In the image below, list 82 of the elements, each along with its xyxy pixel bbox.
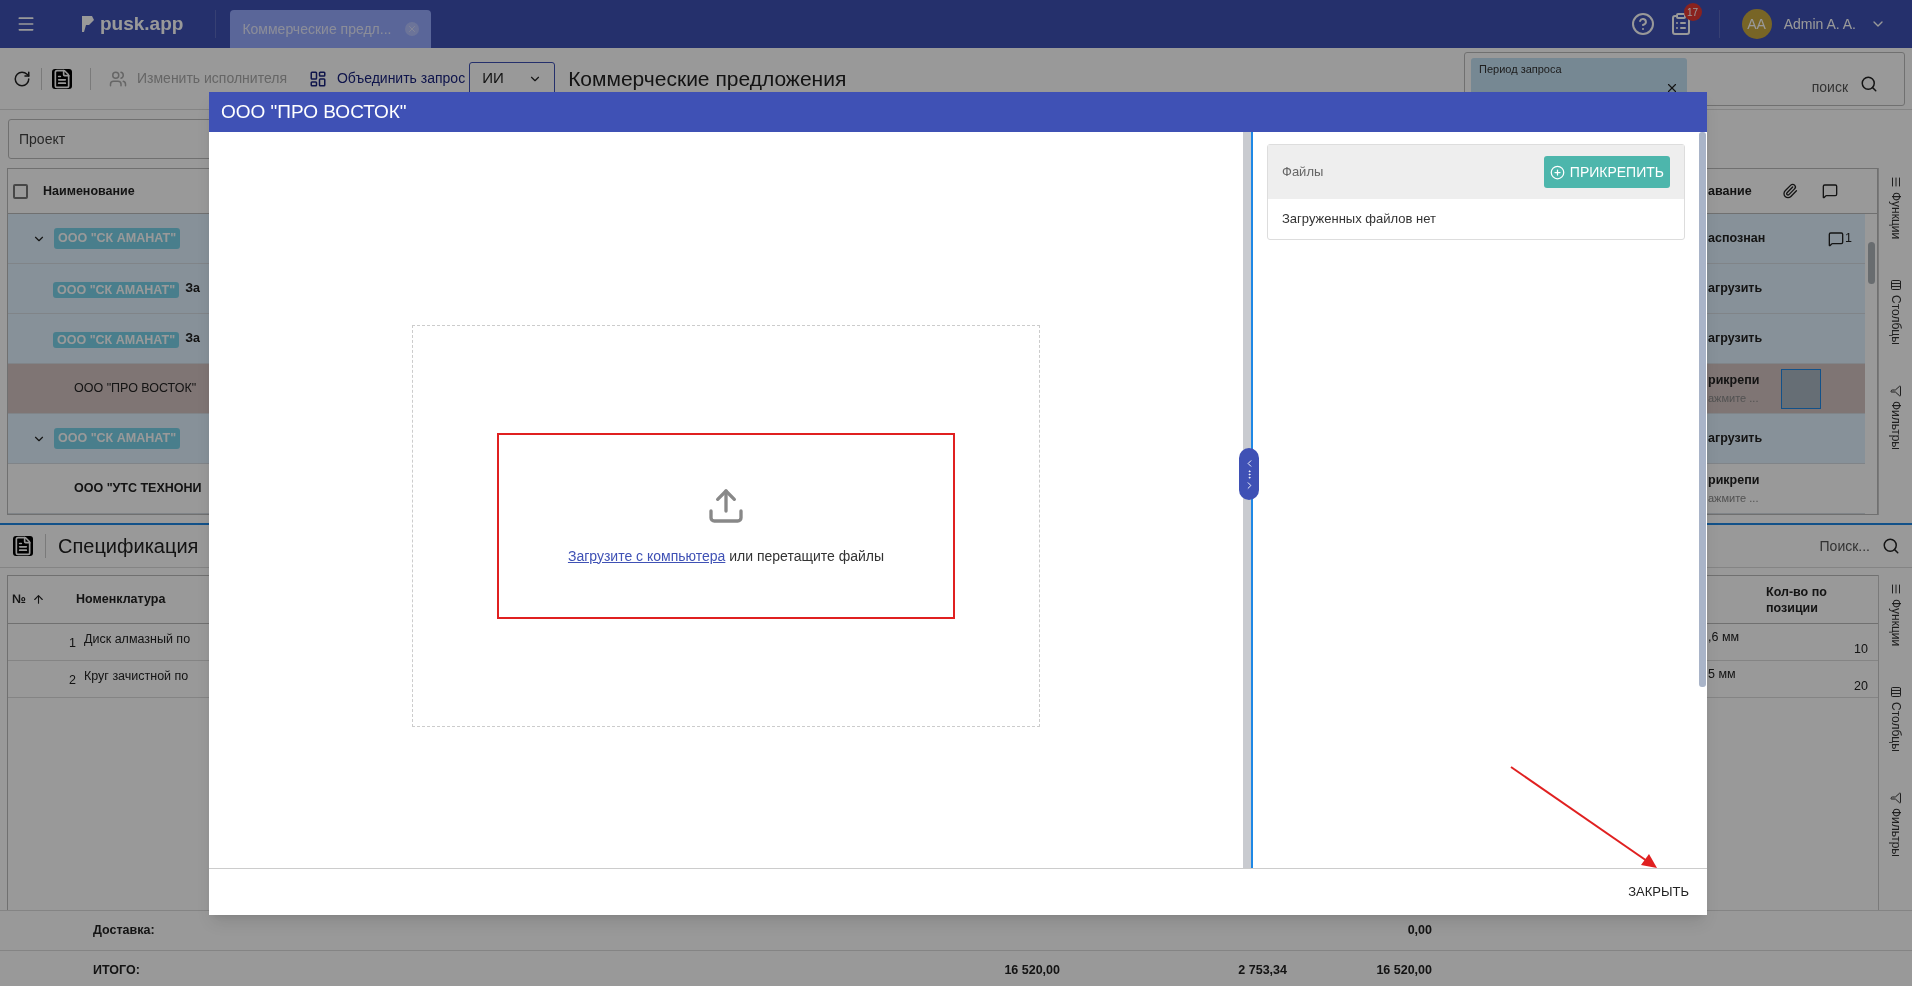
search-placeholder[interactable]: поиск <box>1811 76 1848 98</box>
sort-icon <box>31 593 45 606</box>
row-title: За <box>185 330 200 348</box>
scrollbar-thumb[interactable] <box>1867 242 1875 284</box>
side-tab[interactable]: Столбцы <box>1886 279 1905 346</box>
company-tag: ООО "СК АМАНАТ" <box>53 331 180 348</box>
document-icon[interactable] <box>13 536 33 556</box>
grid-icon <box>308 69 327 88</box>
tab-icon <box>1889 792 1902 805</box>
attachment-cell[interactable] <box>1781 368 1821 409</box>
status-text: рикрепи <box>1708 471 1761 489</box>
side-tab[interactable]: Функции <box>1886 176 1905 240</box>
section-title: Спецификация <box>58 534 199 559</box>
close-button[interactable]: ЗАКРЫТЬ <box>1622 878 1695 906</box>
upload-text: Загрузите с компьютера или перетащите файлы <box>567 546 885 566</box>
splitter-handle[interactable] <box>1239 448 1259 500</box>
status-text: агрузить <box>1708 280 1764 298</box>
status-text: агрузить <box>1708 330 1764 348</box>
paperclip-icon <box>1781 183 1798 199</box>
document-icon[interactable] <box>52 68 72 89</box>
table-cell-text: 2 <box>68 672 77 689</box>
comment-count: 1 <box>1845 230 1852 248</box>
table-cell-text: 20 <box>1854 678 1868 695</box>
column-header[interactable]: Наименование <box>43 181 135 201</box>
table-cell-text: Круг зачистной по <box>84 668 189 685</box>
column-header[interactable]: авание <box>1708 181 1752 201</box>
page-title: Коммерческие предложения <box>568 65 847 92</box>
column-header[interactable]: Кол-во по позиции <box>1766 583 1852 616</box>
side-tab[interactable]: Фильтры <box>1886 792 1905 858</box>
table-cell-text: ,6 мм <box>1708 629 1740 646</box>
company-tag: ООО "СК АМАНАТ" <box>53 281 180 298</box>
user-name[interactable]: Admin A. A. <box>1783 13 1856 35</box>
column-header[interactable]: № <box>12 590 70 609</box>
select-all-checkbox[interactable] <box>13 183 28 199</box>
comment-icon <box>1821 183 1838 199</box>
merge-request-button[interactable]: Объединить запрос <box>308 68 466 89</box>
total-value: 16 520,00 <box>1004 963 1060 978</box>
tab-icon <box>1889 686 1902 699</box>
splitter[interactable] <box>1243 132 1253 868</box>
table-cell-text: Диск алмазный по <box>84 631 191 648</box>
logo-icon <box>80 14 96 34</box>
table-cell-text: 1 <box>68 635 77 652</box>
table-cell-text: 5 мм <box>1708 666 1736 683</box>
company-name: ООО "УТС ТЕХНОНИ <box>74 480 202 498</box>
search-placeholder[interactable]: Поиск... <box>1819 535 1870 557</box>
drop-zone[interactable]: Загрузите с компьютера или перетащите файлы <box>412 325 1040 727</box>
side-tab[interactable]: Фильтры <box>1886 385 1905 451</box>
hint-text: ажмите ... <box>1708 490 1760 506</box>
total-value: 2 753,34 <box>1238 963 1287 978</box>
side-tab[interactable]: Столбцы <box>1886 686 1905 753</box>
notification-badge: 17 <box>1683 3 1702 21</box>
comment-icon[interactable] <box>1828 230 1844 247</box>
empty-message: Загруженных файлов нет <box>1282 210 1436 229</box>
people-icon <box>109 69 127 88</box>
tab-icon <box>1889 385 1902 398</box>
table-cell-text: 10 <box>1854 641 1868 658</box>
card-title: Файлы <box>1282 163 1324 182</box>
total-label: ИТОГО: <box>93 962 141 980</box>
column-header[interactable]: Номенклатура <box>76 590 166 609</box>
tab-icon <box>1889 176 1902 188</box>
total-value: 0,00 <box>1407 923 1432 938</box>
company-tag: ООО "СК АМАНАТ" <box>54 228 181 249</box>
tab-icon <box>1889 279 1902 292</box>
company-tag: ООО "СК АМАНАТ" <box>54 428 181 449</box>
search-icon[interactable] <box>1882 537 1900 555</box>
side-tab[interactable]: Функции <box>1886 583 1905 647</box>
company-name: ООО "ПРО ВОСТОК" <box>74 380 197 398</box>
status-text: аспознан <box>1708 230 1767 248</box>
status-text: рикрепи <box>1708 371 1761 389</box>
upload-link[interactable]: Загрузите с компьютера <box>567 547 726 564</box>
menu-icon[interactable] <box>16 14 36 34</box>
total-label: Доставка: <box>93 922 156 940</box>
search-icon[interactable] <box>1860 74 1878 93</box>
help-icon[interactable] <box>1630 12 1655 36</box>
status-text: агрузить <box>1708 430 1764 448</box>
refresh-icon[interactable] <box>13 69 31 88</box>
row-title: За <box>185 280 200 298</box>
scrollbar-thumb[interactable] <box>1698 132 1706 687</box>
total-value: 16 520,00 <box>1376 963 1432 978</box>
tab-icon <box>1889 583 1902 595</box>
plus-circle-icon <box>1549 164 1565 180</box>
app-name: pusk.app <box>100 11 184 36</box>
